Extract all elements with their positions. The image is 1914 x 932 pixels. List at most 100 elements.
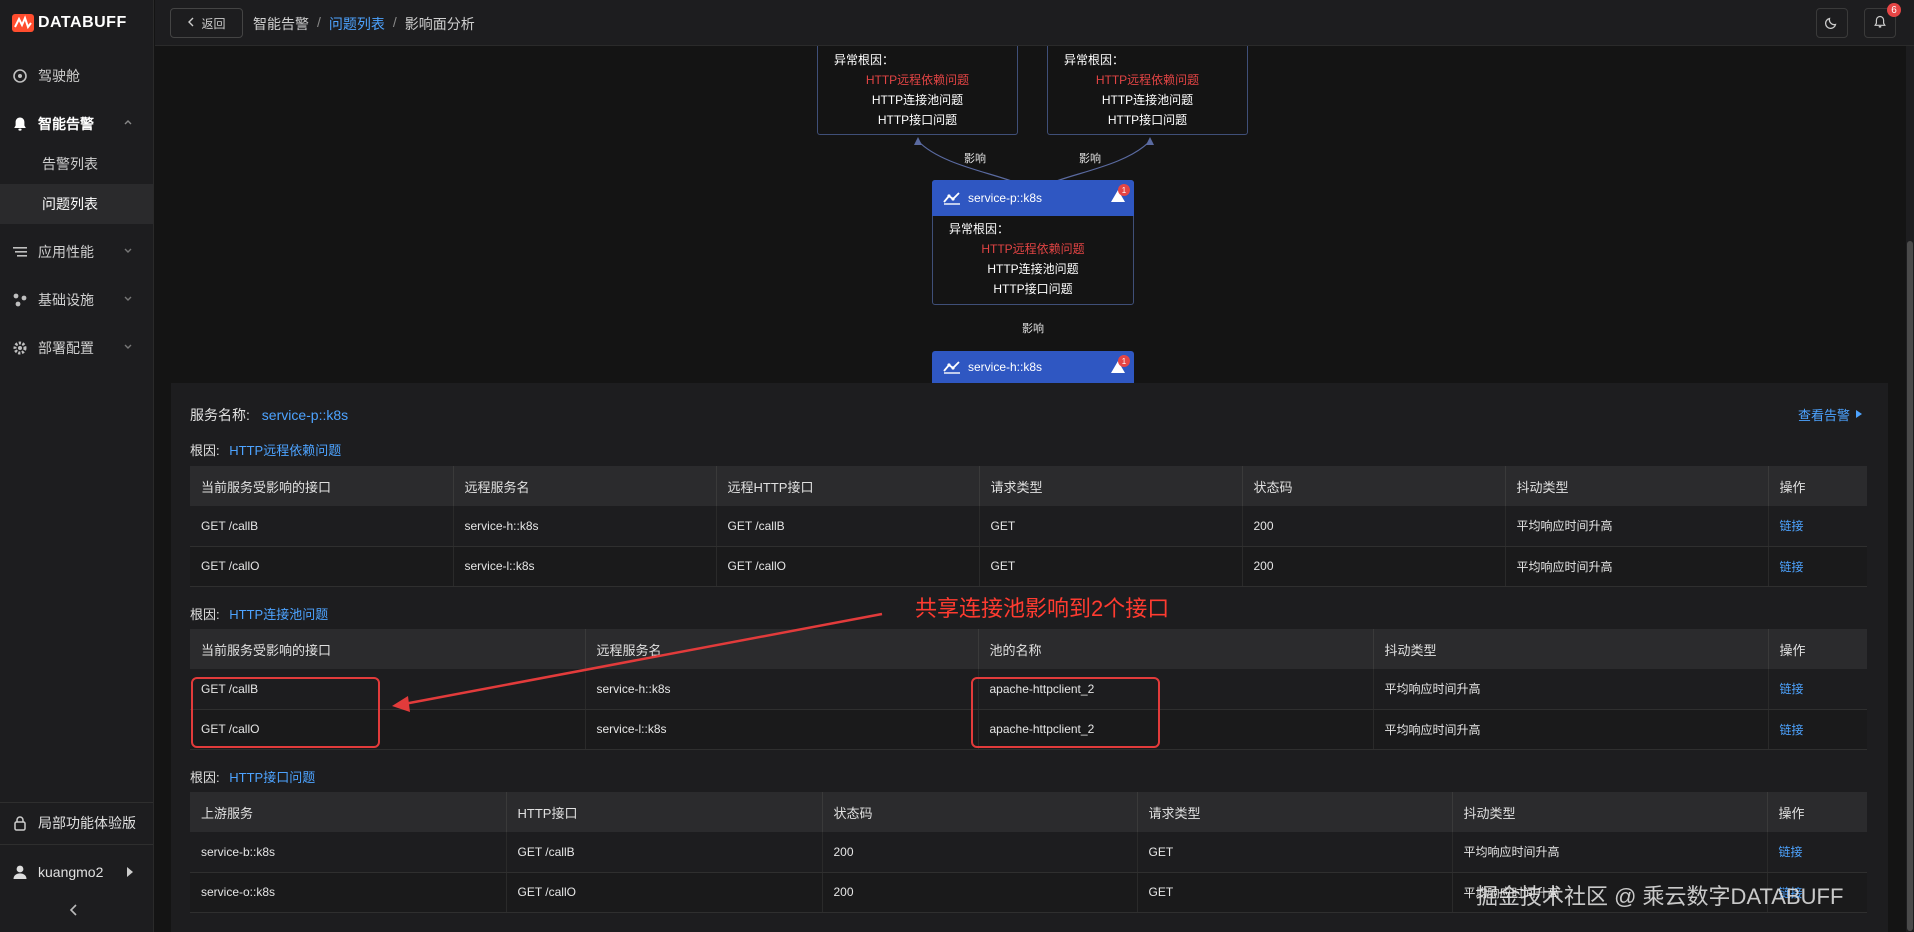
- table-cell: 200: [822, 832, 1138, 873]
- table-cell: GET /callO: [190, 546, 454, 587]
- breadcrumb-item-problem-list[interactable]: 问题列表: [329, 14, 385, 34]
- root-value[interactable]: HTTP连接池问题: [229, 607, 328, 622]
- column-header: 当前服务受影响的接口: [190, 466, 454, 506]
- sidebar: DATABUFF 驾驶舱 智能告警 告警列表 问题列表 应用性能 基础设施 部署…: [0, 0, 154, 932]
- table-cell: service-h::k8s: [453, 506, 717, 547]
- sidebar-item-smart-alert[interactable]: 智能告警: [0, 104, 153, 144]
- root-cause-row: 根因: HTTP连接池问题: [190, 604, 328, 623]
- sidebar-subitem-problem-list[interactable]: 问题列表: [0, 184, 153, 224]
- sidebar-subitem-alert-list[interactable]: 告警列表: [0, 144, 153, 184]
- table-cell: GET /callO: [716, 546, 980, 587]
- watermark: 掘金技术社区 @ 乘云数字DATABUFF: [1476, 884, 1844, 909]
- table-row: GET /callB service-h::k8s GET /callB GET…: [190, 506, 1867, 547]
- table-cell: service-l::k8s: [453, 546, 717, 587]
- root-value[interactable]: HTTP远程依赖问题: [229, 443, 341, 458]
- table-row: service-b::k8s GET /callB 200 GET 平均响应时间…: [190, 832, 1867, 873]
- table-cell: 平均响应时间升高: [1452, 832, 1768, 873]
- warning-icon: 1: [1110, 184, 1130, 204]
- list-icon: [12, 244, 28, 260]
- sidebar-item-label: 智能告警: [38, 116, 94, 132]
- annotation-highlight-pool: [971, 677, 1160, 748]
- service-name-row: 服务名称: service-p::k8s: [190, 405, 348, 425]
- sidebar-item-infrastructure[interactable]: 基础设施: [0, 280, 153, 320]
- column-header: 操作: [1767, 792, 1867, 832]
- remote-dependency-table: 当前服务受影响的接口 远程服务名 远程HTTP接口 请求类型 状态码 抖动类型 …: [190, 466, 1867, 587]
- column-header: 抖动类型: [1452, 792, 1768, 832]
- top-header: 返回 智能告警 / 问题列表 / 影响面分析 6: [155, 0, 1914, 46]
- table-cell: service-l::k8s: [585, 709, 979, 750]
- graph-node-service-h[interactable]: service-h::k8s 1: [932, 351, 1134, 383]
- column-header: 操作: [1768, 466, 1867, 506]
- user-icon: [12, 864, 28, 880]
- breadcrumb-separator: /: [317, 14, 321, 30]
- column-header: HTTP接口: [506, 792, 823, 832]
- root-cause-item: HTTP远程依赖问题: [981, 242, 1085, 256]
- breadcrumb-item-current: 影响面分析: [404, 16, 475, 32]
- node-service-name: service-p::k8s: [968, 191, 1043, 205]
- column-header: 当前服务受影响的接口: [190, 629, 586, 669]
- root-cause-row: 根因: HTTP接口问题: [190, 767, 315, 786]
- row-link[interactable]: 链接: [1768, 506, 1867, 547]
- edge-label-impact: 影响: [964, 153, 986, 165]
- row-link[interactable]: 链接: [1767, 832, 1867, 873]
- impact-graph[interactable]: 异常根因： HTTP远程依赖问题 HTTP连接池问题 HTTP接口问题 异常根因…: [170, 46, 1890, 383]
- table-cell: 平均响应时间升高: [1373, 709, 1769, 750]
- cockpit-icon: [12, 68, 28, 84]
- sidebar-item-cockpit[interactable]: 驾驶舱: [0, 56, 153, 96]
- user-menu[interactable]: kuangmo2: [0, 852, 153, 892]
- column-header: 抖动类型: [1373, 629, 1769, 669]
- page-scrollbar[interactable]: [1906, 46, 1914, 932]
- logo[interactable]: DATABUFF: [12, 10, 127, 36]
- view-alert-label: 查看告警: [1797, 408, 1850, 423]
- scrollbar-thumb[interactable]: [1907, 241, 1913, 931]
- graph-node-upstream-left[interactable]: 异常根因： HTTP远程依赖问题 HTTP连接池问题 HTTP接口问题: [817, 46, 1018, 135]
- annotation-highlight-interfaces: [191, 677, 380, 748]
- root-label: 根因:: [190, 607, 220, 622]
- back-button[interactable]: 返回: [170, 8, 243, 38]
- breadcrumb: 智能告警 / 问题列表 / 影响面分析: [253, 14, 475, 34]
- column-header: 请求类型: [1137, 792, 1453, 832]
- root-cause-item: HTTP接口问题: [877, 113, 958, 127]
- sidebar-item-deploy-config[interactable]: 部署配置: [0, 328, 153, 368]
- table-cell: GET /callB: [716, 506, 980, 547]
- row-link[interactable]: 链接: [1768, 546, 1867, 587]
- graph-node-upstream-right[interactable]: 异常根因： HTTP远程依赖问题 HTTP连接池问题 HTTP接口问题: [1047, 46, 1248, 135]
- sidebar-item-label: 驾驶舱: [38, 68, 80, 84]
- table-cell: GET /callB: [190, 506, 454, 547]
- graph-node-service-p[interactable]: service-p::k8s 1 异常根因： HTTP远程依赖问题 HTTP连接…: [932, 180, 1134, 305]
- root-cause-item: HTTP连接池问题: [1101, 93, 1194, 107]
- root-label: 根因:: [190, 770, 220, 785]
- table-cell: GET: [1137, 872, 1453, 913]
- table-row: GET /callO service-l::k8s GET /callO GET…: [190, 546, 1867, 587]
- root-value[interactable]: HTTP接口问题: [229, 770, 315, 785]
- warning-icon: 1: [1110, 355, 1130, 375]
- root-cause-item: HTTP接口问题: [1107, 113, 1188, 127]
- back-button-label: 返回: [201, 16, 226, 31]
- row-link[interactable]: 链接: [1768, 669, 1867, 710]
- root-cause-item: HTTP远程依赖问题: [1095, 73, 1200, 87]
- root-cause-item: HTTP接口问题: [993, 282, 1073, 296]
- sidebar-item-label: 部署配置: [38, 340, 94, 356]
- sidebar-item-app-performance[interactable]: 应用性能: [0, 232, 153, 272]
- trial-version-item[interactable]: 局部功能体验版: [0, 803, 153, 843]
- table-cell: 200: [1242, 546, 1506, 587]
- bell-icon: [12, 116, 28, 132]
- notifications-button[interactable]: 6: [1864, 3, 1901, 38]
- table-header-row: 当前服务受影响的接口 远程服务名 远程HTTP接口 请求类型 状态码 抖动类型 …: [190, 466, 1867, 506]
- row-link[interactable]: 链接: [1768, 709, 1867, 750]
- databuff-logo-icon: [12, 14, 34, 32]
- table-cell: 平均响应时间升高: [1373, 669, 1769, 710]
- column-header: 远程HTTP接口: [716, 466, 980, 506]
- notification-count-badge: 6: [1887, 3, 1901, 17]
- theme-toggle-button[interactable]: [1816, 8, 1848, 38]
- table-cell: 200: [822, 872, 1138, 913]
- view-alert-link[interactable]: 查看告警: [1798, 405, 1862, 424]
- collapse-sidebar-icon[interactable]: [68, 903, 80, 920]
- breadcrumb-item-smart-alert[interactable]: 智能告警: [253, 14, 309, 34]
- root-cause-title: 异常根因：: [834, 53, 895, 67]
- alert-count-badge: 1: [1118, 355, 1130, 367]
- service-name-value[interactable]: service-p::k8s: [262, 407, 348, 423]
- table-cell: GET: [979, 546, 1243, 587]
- edge-label-impact: 影响: [1022, 323, 1044, 335]
- sidebar-subitem-label: 告警列表: [42, 156, 98, 172]
